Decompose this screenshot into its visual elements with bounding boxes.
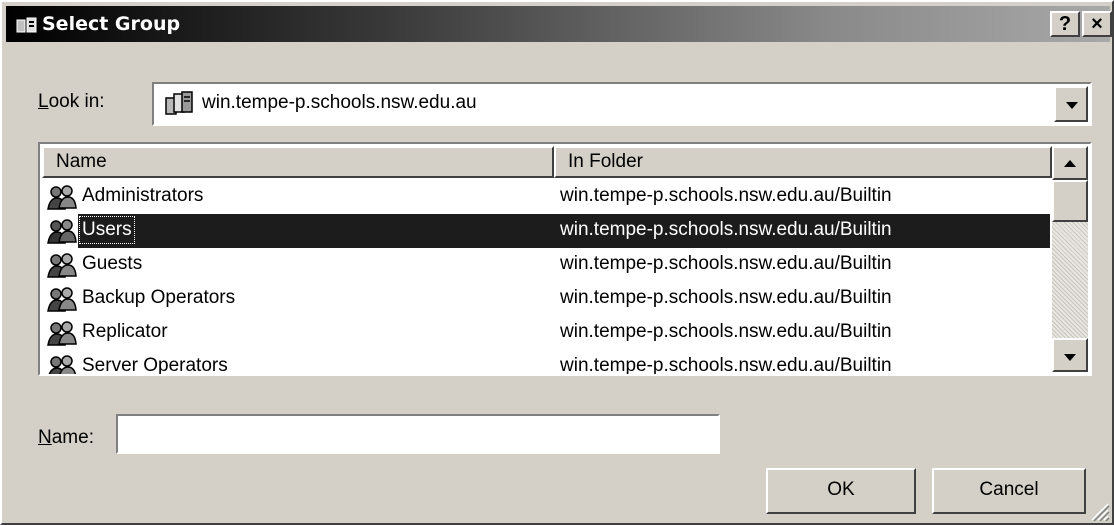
vertical-scrollbar[interactable] bbox=[1052, 146, 1088, 372]
ok-button[interactable]: OK bbox=[766, 468, 916, 514]
column-header-name[interactable]: Name bbox=[42, 146, 554, 178]
name-input[interactable] bbox=[116, 414, 720, 454]
group-folder: win.tempe-p.schools.nsw.edu.au/Builtin bbox=[560, 219, 892, 240]
look-in-dropdown-button[interactable] bbox=[1054, 86, 1088, 122]
list-item[interactable]: Guests win.tempe-p.schools.nsw.edu.au/Bu… bbox=[42, 248, 1050, 282]
group-folder: win.tempe-p.schools.nsw.edu.au/Builtin bbox=[560, 185, 892, 206]
group-icon bbox=[47, 253, 77, 278]
group-icon bbox=[47, 321, 77, 346]
list-item-selected[interactable]: Users win.tempe-p.schools.nsw.edu.au/Bui… bbox=[42, 214, 1050, 248]
title-bar[interactable]: Select Group ? × bbox=[6, 6, 1112, 42]
scrollbar-thumb[interactable] bbox=[1052, 180, 1088, 222]
group-folder: win.tempe-p.schools.nsw.edu.au/Builtin bbox=[560, 321, 892, 342]
cancel-button[interactable]: Cancel bbox=[932, 468, 1086, 514]
group-folder: win.tempe-p.schools.nsw.edu.au/Builtin bbox=[560, 253, 892, 274]
group-folder: win.tempe-p.schools.nsw.edu.au/Builtin bbox=[560, 287, 892, 308]
domain-icon bbox=[165, 91, 193, 115]
scroll-up-button[interactable] bbox=[1052, 146, 1088, 180]
scroll-down-button[interactable] bbox=[1052, 338, 1088, 372]
name-label: Name: bbox=[38, 427, 94, 448]
chevron-down-icon bbox=[1064, 354, 1076, 361]
group-icon bbox=[47, 287, 77, 312]
list-item[interactable]: Server Operators win.tempe-p.schools.nsw… bbox=[42, 350, 1050, 376]
look-in-combobox[interactable]: win.tempe-p.schools.nsw.edu.au bbox=[152, 82, 1092, 126]
group-name: Guests bbox=[82, 253, 143, 274]
group-name: Users bbox=[79, 216, 135, 244]
group-folder: win.tempe-p.schools.nsw.edu.au/Builtin bbox=[560, 355, 892, 376]
chevron-down-icon bbox=[1066, 102, 1078, 109]
group-name: Server Operators bbox=[82, 355, 228, 376]
select-group-dialog: Select Group ? × Look in: win.tempe-p.sc… bbox=[0, 0, 1114, 525]
dialog-icon bbox=[16, 17, 37, 33]
group-icon bbox=[48, 355, 77, 374]
help-button[interactable]: ? bbox=[1050, 11, 1080, 37]
group-name: Administrators bbox=[82, 185, 204, 206]
list-item[interactable]: Backup Operators win.tempe-p.schools.nsw… bbox=[42, 282, 1050, 316]
chevron-up-icon bbox=[1064, 160, 1076, 167]
column-header-in-folder[interactable]: In Folder bbox=[554, 146, 1052, 178]
list-item[interactable]: Replicator win.tempe-p.schools.nsw.edu.a… bbox=[42, 316, 1050, 350]
group-list[interactable]: Name In Folder Administrators win.tempe-… bbox=[38, 142, 1092, 376]
group-icon bbox=[47, 219, 77, 244]
list-item[interactable]: Administrators win.tempe-p.schools.nsw.e… bbox=[42, 180, 1050, 214]
resize-grip-icon[interactable] bbox=[1086, 498, 1110, 522]
look-in-label: Look in: bbox=[38, 91, 105, 112]
close-button[interactable]: × bbox=[1082, 11, 1112, 37]
group-name: Replicator bbox=[82, 321, 168, 342]
group-list-rows: Administrators win.tempe-p.schools.nsw.e… bbox=[42, 180, 1050, 376]
group-icon bbox=[47, 185, 77, 210]
look-in-value: win.tempe-p.schools.nsw.edu.au bbox=[202, 92, 477, 113]
window-title: Select Group bbox=[42, 13, 181, 35]
group-name: Backup Operators bbox=[82, 287, 236, 308]
